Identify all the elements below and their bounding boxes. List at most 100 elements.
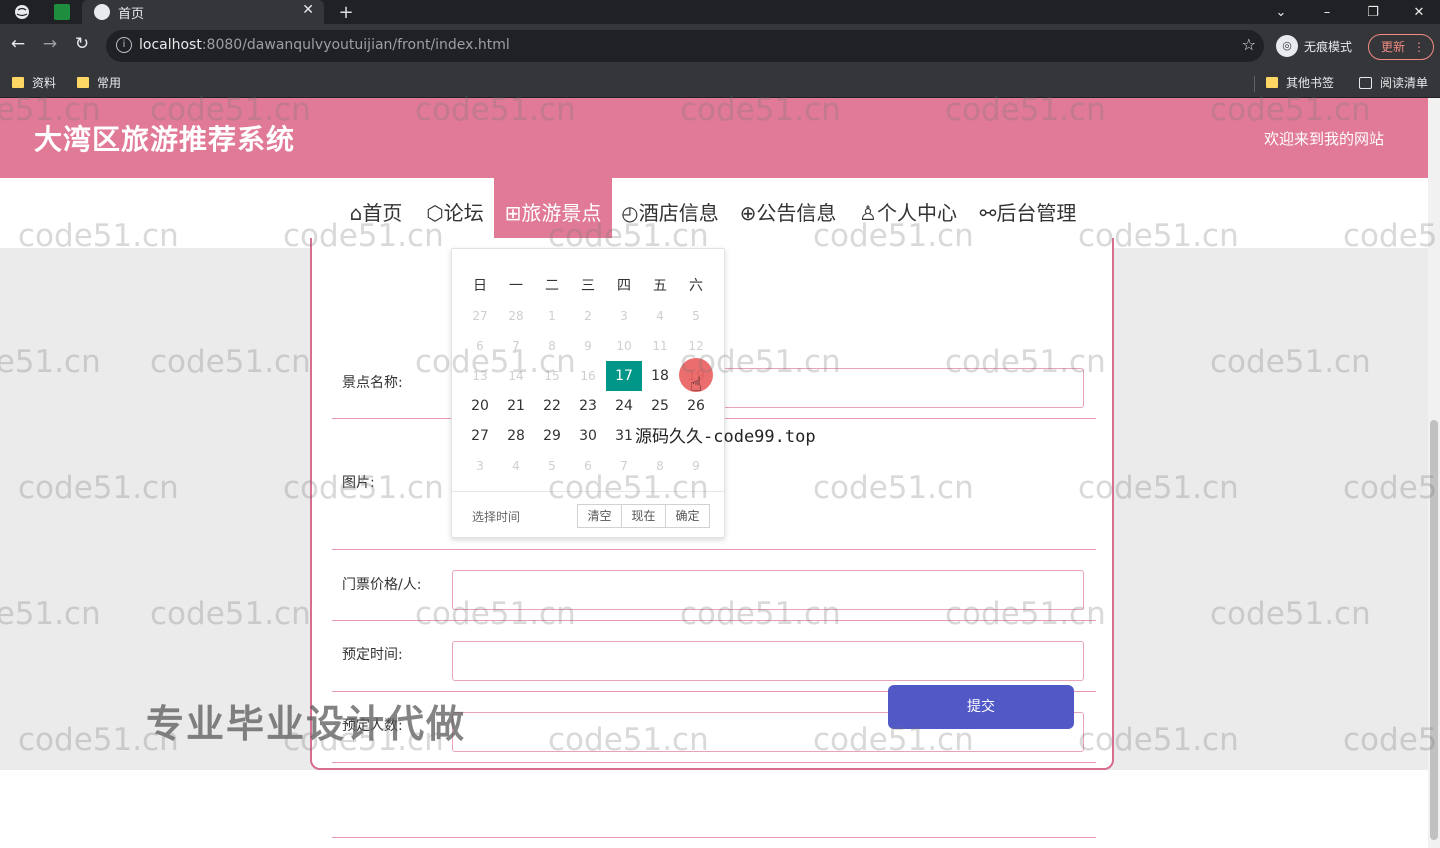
globe-icon[interactable] [10, 0, 34, 24]
calendar-day[interactable]: 23 [570, 391, 606, 421]
calendar-day[interactable]: 25 [642, 391, 678, 421]
grid-icon: ⊞ [504, 201, 522, 225]
calendar-week-row: 13141516171819 [462, 361, 716, 391]
browser-tab-strip: 首页 ✕ + ⌄ – ❐ ✕ [0, 0, 1440, 24]
address-bar[interactable]: i localhost:8080/dawanqulvyoutuijian/fro… [106, 30, 1264, 62]
home-icon: ⌂ [349, 201, 363, 225]
calendar-day[interactable]: 13 [462, 361, 498, 391]
tab-title: 首页 [118, 7, 145, 22]
weekday-label: 日 [473, 278, 487, 294]
calendar-day[interactable]: 1 [534, 301, 570, 331]
welcome-text: 欢迎来到我的网站 [1263, 130, 1384, 148]
reading-list-icon [1359, 76, 1372, 89]
weekday-label: 一 [509, 278, 523, 294]
bookmarks-bar: 资料 常用 其他书签 阅读清单 [0, 68, 1440, 98]
calendar-day[interactable]: 16 [570, 361, 606, 391]
field-label-image: 图片: [342, 475, 375, 491]
calendar-day[interactable]: 15 [534, 361, 570, 391]
field-label-name: 景点名称: [342, 375, 403, 391]
booking-date-input[interactable] [452, 641, 1084, 681]
calendar-day[interactable]: 21 [498, 391, 534, 421]
calendar-day[interactable]: 28 [498, 301, 534, 331]
url-text[interactable]: localhost:8080/dawanqulvyoutuijian/front… [139, 37, 510, 53]
bookmark-folder-changyong[interactable]: 常用 [77, 74, 121, 91]
calendar-week-row: 27 28 1 2 3 4 5 [462, 301, 716, 331]
scrollbar-thumb[interactable] [1430, 420, 1438, 840]
weekday-label: 六 [689, 278, 703, 294]
select-time-link[interactable]: 选择时间 [472, 508, 520, 525]
calendar-day[interactable]: 5 [534, 451, 570, 481]
calendar-day[interactable]: 22 [534, 391, 570, 421]
calendar-day[interactable]: 14 [498, 361, 534, 391]
calendar-day[interactable]: 30 [570, 421, 606, 451]
weekday-label: 四 [617, 278, 631, 294]
weekday-label: 二 [545, 278, 559, 294]
calendar-day[interactable]: 5 [678, 301, 714, 331]
calendar-day[interactable]: 9 [570, 331, 606, 361]
calendar-day[interactable]: 27 [462, 301, 498, 331]
back-arrow-icon[interactable]: ← [6, 34, 30, 54]
calendar-day[interactable]: 10 [606, 331, 642, 361]
calendar-day[interactable]: 2 [570, 301, 606, 331]
bookmark-other[interactable]: 其他书签 [1266, 74, 1334, 91]
calendar-day[interactable]: 17 [606, 361, 642, 391]
overlay-code-text: 源码久久-code99.top [635, 427, 816, 447]
link-icon: ⚯ [979, 201, 997, 225]
menu-dots-icon[interactable]: ⋮ [1413, 35, 1425, 59]
calendar-day[interactable]: 20 [462, 391, 498, 421]
calendar-day[interactable]: 8 [642, 451, 678, 481]
chevron-down-icon[interactable]: ⌄ [1258, 0, 1304, 24]
clock-icon: ◴ [621, 201, 639, 225]
calendar-day[interactable]: 4 [498, 451, 534, 481]
calendar-week-row: 3456789 [462, 451, 716, 481]
folder-icon [77, 77, 89, 88]
calendar-day[interactable]: 24 [606, 391, 642, 421]
globe-icon: ⊕ [739, 201, 757, 225]
calendar-day[interactable]: 7 [498, 331, 534, 361]
bookmark-star-icon[interactable]: ☆ [1242, 35, 1256, 54]
reading-list[interactable]: 阅读清单 [1359, 74, 1428, 91]
folder-icon [12, 77, 24, 88]
row-divider [332, 620, 1096, 621]
calendar-day[interactable]: 3 [462, 451, 498, 481]
calendar-day[interactable]: 27 [462, 421, 498, 451]
row-divider [332, 837, 1096, 838]
calendar-day[interactable]: 3 [606, 301, 642, 331]
calendar-day[interactable]: 28 [498, 421, 534, 451]
window-close-icon[interactable]: ✕ [1396, 0, 1440, 24]
bookmark-folder-ziliao[interactable]: 资料 [12, 74, 56, 91]
calendar-day[interactable]: 29 [534, 421, 570, 451]
forward-arrow-icon[interactable]: → [38, 34, 62, 54]
date-picker-footer: 选择时间 清空 现在 确定 [452, 491, 724, 537]
calendar-day[interactable]: 4 [642, 301, 678, 331]
minimize-icon[interactable]: – [1304, 0, 1350, 24]
spreadsheet-tab-icon[interactable] [54, 4, 70, 20]
restore-icon[interactable]: ❐ [1350, 0, 1396, 24]
submit-button[interactable]: 提交 [888, 685, 1074, 729]
new-tab-button[interactable]: + [334, 0, 358, 24]
update-button[interactable]: 更新 ⋮ [1368, 34, 1434, 60]
reload-icon[interactable]: ↻ [70, 34, 94, 54]
page-scrollbar[interactable] [1428, 98, 1440, 848]
now-button[interactable]: 现在 [621, 504, 666, 528]
bookmarks-separator [1254, 76, 1255, 92]
confirm-button[interactable]: 确定 [665, 504, 710, 528]
calendar-day[interactable]: 12 [678, 331, 714, 361]
site-title: 大湾区旅游推荐系统 [34, 123, 296, 156]
cube-icon: ⬡ [426, 201, 444, 225]
user-icon: ♙ [859, 201, 877, 225]
weekday-label: 三 [581, 278, 595, 294]
calendar-day[interactable]: 11 [642, 331, 678, 361]
calendar-day[interactable]: 18 [642, 361, 678, 391]
calendar-day[interactable]: 6 [462, 331, 498, 361]
calendar-day[interactable]: 6 [570, 451, 606, 481]
info-icon[interactable]: i [116, 37, 132, 53]
ticket-price-input[interactable] [452, 570, 1084, 610]
close-tab-icon[interactable]: ✕ [302, 2, 314, 18]
clear-button[interactable]: 清空 [577, 504, 622, 528]
browser-tab-home[interactable]: 首页 ✕ [82, 0, 324, 24]
calendar-day[interactable]: 9 [678, 451, 714, 481]
incognito-indicator[interactable]: ◎ 无痕模式 [1276, 32, 1352, 60]
calendar-day[interactable]: 7 [606, 451, 642, 481]
calendar-day[interactable]: 8 [534, 331, 570, 361]
